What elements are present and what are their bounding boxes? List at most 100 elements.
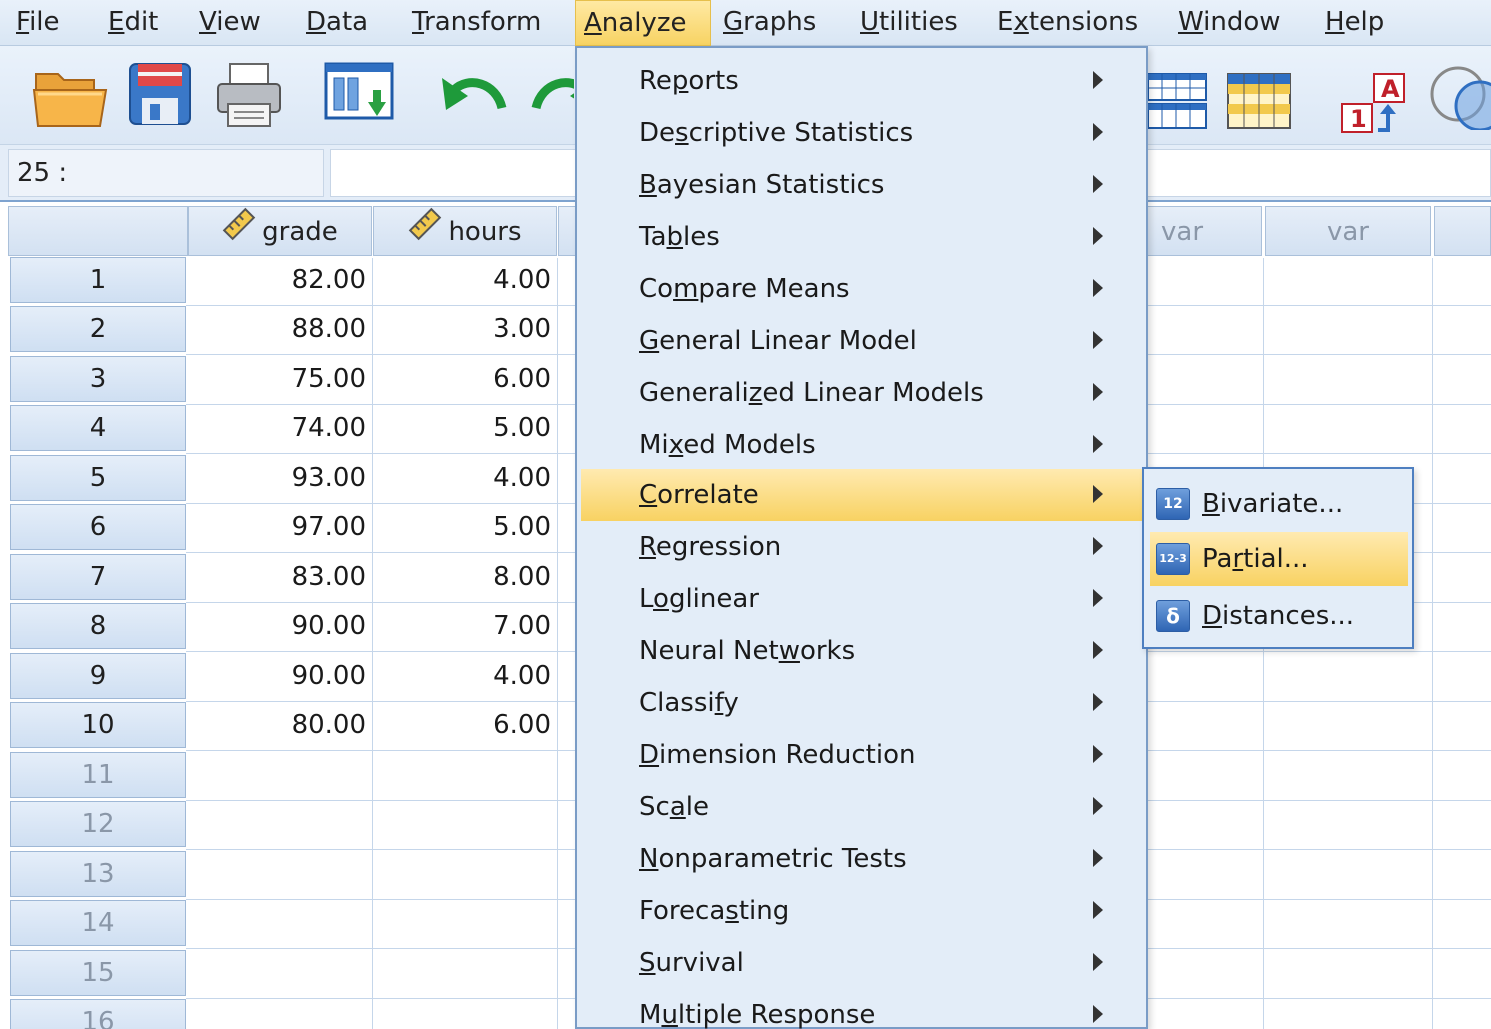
submenu-arrow-icon <box>1093 123 1103 141</box>
open-folder-icon[interactable] <box>32 60 108 130</box>
correlate-submenu: 12 Bivariate... 12-3 Partial... δ Distan… <box>1142 467 1414 649</box>
menu-item-dimension-reduction[interactable]: Dimension Reduction <box>581 729 1142 781</box>
use-variable-sets-icon[interactable] <box>1428 60 1491 130</box>
menu-edit[interactable]: Edit <box>100 0 166 46</box>
undo-icon[interactable] <box>438 60 508 130</box>
menu-graphs[interactable]: Graphs <box>715 0 824 46</box>
menu-item-bayesian-statistics[interactable]: Bayesian Statistics <box>581 159 1142 211</box>
data-cell-grade[interactable]: 80.00 <box>190 702 366 748</box>
row-header[interactable]: 1 <box>10 257 186 303</box>
menu-item-classify[interactable]: Classify <box>581 677 1142 729</box>
menu-item-descriptive-statistics[interactable]: Descriptive Statistics <box>581 107 1142 159</box>
row-header[interactable]: 2 <box>10 306 186 352</box>
menu-data[interactable]: Data <box>298 0 376 46</box>
data-cell-hours[interactable]: 7.00 <box>376 603 551 649</box>
row-header[interactable]: 3 <box>10 356 186 402</box>
menu-file[interactable]: File <box>8 0 68 46</box>
row-header[interactable]: 11 <box>10 752 186 798</box>
menu-item-forecasting[interactable]: Forecasting <box>581 885 1142 937</box>
redo-icon[interactable] <box>530 60 574 130</box>
row-header[interactable]: 7 <box>10 554 186 600</box>
save-icon[interactable] <box>128 60 198 130</box>
menu-item-reports[interactable]: Reports <box>581 55 1142 107</box>
menu-item-scale[interactable]: Scale <box>581 781 1142 833</box>
value-labels-icon[interactable]: A 1 <box>1340 60 1414 133</box>
menu-item-generalized-linear-models[interactable]: Generalized Linear Models <box>581 367 1142 419</box>
menu-item-compare-means[interactable]: Compare Means <box>581 263 1142 315</box>
menu-item-general-linear-model[interactable]: General Linear Model <box>581 315 1142 367</box>
row-header[interactable]: 10 <box>10 702 186 748</box>
row-header[interactable]: 5 <box>10 455 186 501</box>
grid-corner[interactable] <box>8 206 188 256</box>
menu-transform[interactable]: Transform <box>404 0 549 46</box>
menu-item-partial[interactable]: 12-3 Partial... <box>1150 532 1408 586</box>
row-header[interactable]: 14 <box>10 900 186 946</box>
analyze-menu: Reports Descriptive Statistics Bayesian … <box>575 46 1148 1029</box>
row-header[interactable]: 15 <box>10 950 186 996</box>
column-header-grade[interactable]: grade <box>188 206 372 256</box>
menu-view[interactable]: View <box>191 0 269 46</box>
menu-item-nonparametric-tests[interactable]: Nonparametric Tests <box>581 833 1142 885</box>
menu-item-correlate[interactable]: Correlate <box>581 469 1142 521</box>
menu-item-mixed-models[interactable]: Mixed Models <box>581 419 1142 471</box>
menu-item-neural-networks[interactable]: Neural Networks <box>581 625 1142 677</box>
menu-item-survival[interactable]: Survival <box>581 937 1142 989</box>
column-header-hours[interactable]: hours <box>373 206 557 256</box>
data-cell-hours[interactable]: 5.00 <box>376 405 551 451</box>
menu-item-loglinear[interactable]: Loglinear <box>581 573 1142 625</box>
svg-text:1: 1 <box>1350 105 1367 133</box>
menu-utilities[interactable]: Utilities <box>852 0 966 46</box>
grid-line <box>1432 258 1433 1029</box>
data-cell-grade[interactable]: 75.00 <box>190 356 366 402</box>
row-header[interactable]: 9 <box>10 653 186 699</box>
menu-analyze[interactable]: Analyze <box>575 0 711 46</box>
menu-help[interactable]: Help <box>1317 0 1392 46</box>
data-cell-grade[interactable]: 88.00 <box>190 306 366 352</box>
print-icon[interactable] <box>214 60 284 130</box>
data-cell-hours[interactable]: 4.00 <box>376 653 551 699</box>
dialog-recall-icon[interactable] <box>324 60 394 130</box>
data-cell-hours[interactable]: 5.00 <box>376 504 551 550</box>
data-cell-grade[interactable]: 90.00 <box>190 603 366 649</box>
data-cell-hours[interactable]: 3.00 <box>376 306 551 352</box>
data-cell-grade[interactable]: 82.00 <box>190 257 366 303</box>
row-header[interactable]: 6 <box>10 504 186 550</box>
data-cell-hours[interactable]: 8.00 <box>376 554 551 600</box>
data-cell-hours[interactable]: 6.00 <box>376 702 551 748</box>
menu-extensions[interactable]: Extensions <box>989 0 1146 46</box>
column-header-var[interactable]: var <box>1265 206 1431 256</box>
column-header-var-partial[interactable] <box>1434 206 1491 256</box>
menu-item-regression[interactable]: Regression <box>581 521 1142 573</box>
submenu-arrow-icon <box>1093 849 1103 867</box>
row-header[interactable]: 12 <box>10 801 186 847</box>
data-cell-hours[interactable]: 4.00 <box>376 455 551 501</box>
row-header[interactable]: 4 <box>10 405 186 451</box>
data-cell-grade[interactable]: 74.00 <box>190 405 366 451</box>
submenu-arrow-icon <box>1093 227 1103 245</box>
data-cell-hours[interactable]: 4.00 <box>376 257 551 303</box>
data-cell-grade[interactable]: 83.00 <box>190 554 366 600</box>
split-file-icon[interactable] <box>1226 60 1294 130</box>
data-cell-grade[interactable]: 90.00 <box>190 653 366 699</box>
menu-item-multiple-response[interactable]: Multiple Response <box>581 989 1142 1029</box>
data-cell-grade[interactable]: 97.00 <box>190 504 366 550</box>
row-header[interactable]: 16 <box>10 999 186 1029</box>
menu-item-tables[interactable]: Tables <box>581 211 1142 263</box>
scale-measure-icon <box>222 207 256 258</box>
menu-window[interactable]: Window <box>1170 0 1289 46</box>
column-header-var[interactable]: var <box>1146 206 1262 256</box>
menu-bar: File Edit View Data Transform Analyze Gr… <box>0 0 1491 46</box>
distances-icon: δ <box>1156 600 1190 632</box>
data-cell-grade[interactable]: 93.00 <box>190 455 366 501</box>
data-cell-hours[interactable]: 6.00 <box>376 356 551 402</box>
menu-item-distances[interactable]: δ Distances... <box>1150 589 1408 643</box>
submenu-arrow-icon <box>1093 693 1103 711</box>
scale-measure-icon <box>408 207 442 258</box>
bivariate-icon: 12 <box>1156 488 1190 520</box>
row-header[interactable]: 13 <box>10 851 186 897</box>
submenu-arrow-icon <box>1093 901 1103 919</box>
insert-cases-icon[interactable] <box>1147 60 1208 130</box>
submenu-arrow-icon <box>1093 331 1103 349</box>
menu-item-bivariate[interactable]: 12 Bivariate... <box>1150 477 1408 531</box>
row-header[interactable]: 8 <box>10 603 186 649</box>
